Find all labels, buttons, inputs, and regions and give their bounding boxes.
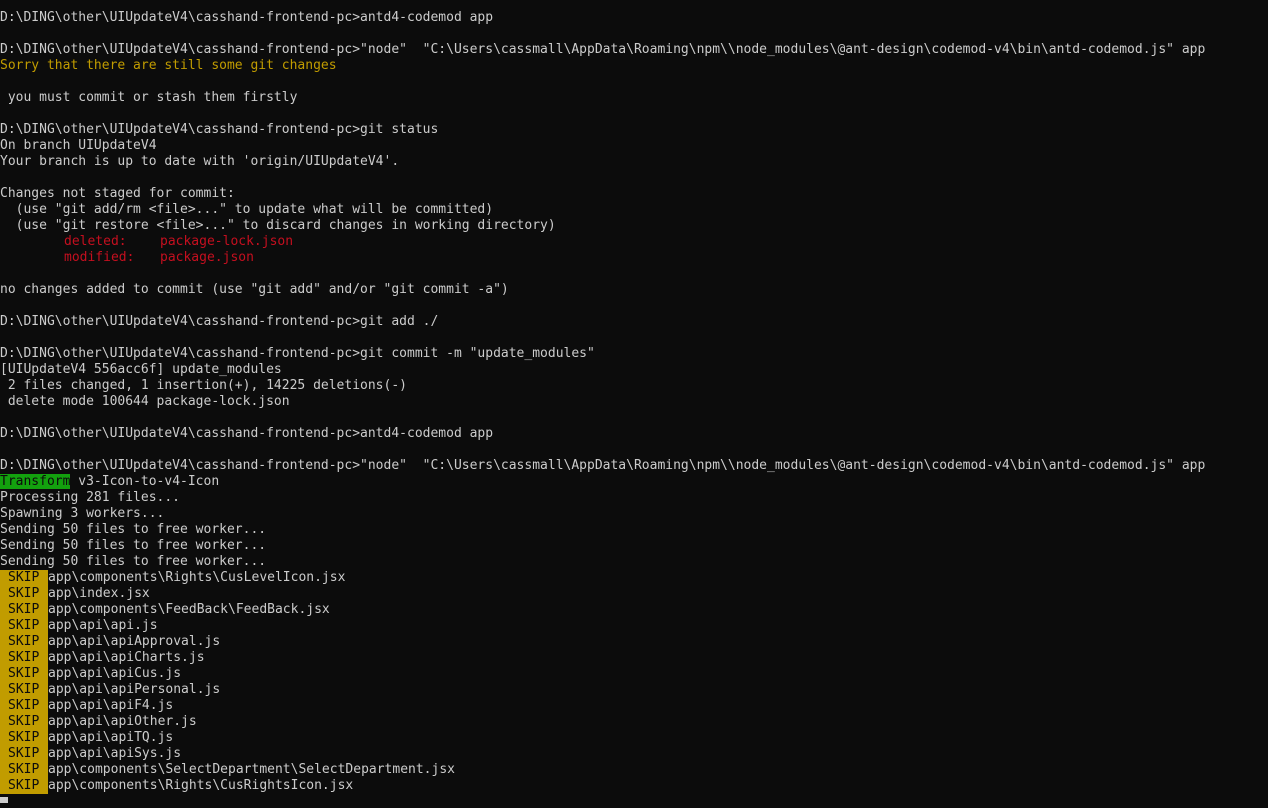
skip-list: SKIP app\components\Rights\CusLevelIcon.j… [0, 570, 1268, 794]
skip-badge: SKIP [0, 618, 48, 634]
skipped-file: app\api\apiApproval.js [48, 634, 221, 649]
skipped-file: app\api\apiOther.js [48, 714, 197, 729]
changed-file: package.json [160, 250, 254, 265]
output-line: Processing 281 files... [0, 490, 181, 505]
skip-badge: SKIP [0, 682, 48, 698]
skip-line: SKIP app\index.jsx [0, 586, 1268, 602]
output-line: Spawning 3 workers... [0, 506, 165, 521]
skipped-file: app\api\api.js [48, 618, 158, 633]
skipped-file: app\components\FeedBack\FeedBack.jsx [48, 602, 330, 617]
skip-badge: SKIP [0, 650, 48, 666]
prompt-line: D:\DING\other\UIUpdateV4\casshand-fronte… [0, 314, 439, 329]
skip-line: SKIP app\components\Rights\CusLevelIcon.j… [0, 570, 1268, 586]
skipped-file: app\index.jsx [48, 586, 150, 601]
skipped-file: app\components\SelectDepartment\SelectDe… [48, 762, 455, 777]
skip-line: SKIP app\api\apiOther.js [0, 714, 1268, 730]
skip-badge: SKIP [0, 698, 48, 714]
prompt-line: D:\DING\other\UIUpdateV4\casshand-fronte… [0, 122, 439, 137]
skip-badge: SKIP [0, 746, 48, 762]
output-line: (use "git add/rm <file>..." to update wh… [0, 202, 494, 217]
git-change-deleted: deleted: package-lock.json [0, 234, 1268, 250]
skip-line: SKIP app\api\apiCharts.js [0, 650, 1268, 666]
skip-line: SKIP app\api\apiPersonal.js [0, 682, 1268, 698]
skip-badge: SKIP [0, 730, 48, 746]
change-type-label: modified: [64, 250, 135, 265]
skipped-file: app\api\apiF4.js [48, 698, 174, 713]
output-line: delete mode 100644 package-lock.json [0, 394, 290, 409]
skip-badge: SKIP [0, 762, 48, 778]
skip-badge: SKIP [0, 586, 48, 602]
skip-line: SKIP app\api\apiSys.js [0, 746, 1268, 762]
skip-line: SKIP app\api\api.js [0, 618, 1268, 634]
skip-line: SKIP app\api\apiF4.js [0, 698, 1268, 714]
skip-line: SKIP app\api\apiApproval.js [0, 634, 1268, 650]
text-cursor [0, 797, 8, 803]
output-line: Sending 50 files to free worker... [0, 538, 267, 553]
skip-badge: SKIP [0, 570, 48, 586]
output-line: Changes not staged for commit: [0, 186, 235, 201]
output-line: 2 files changed, 1 insertion(+), 14225 d… [0, 378, 407, 393]
prompt-line: D:\DING\other\UIUpdateV4\casshand-fronte… [0, 10, 494, 25]
prompt-line: D:\DING\other\UIUpdateV4\casshand-fronte… [0, 458, 1206, 473]
skip-line: SKIP app\api\apiTQ.js [0, 730, 1268, 746]
skipped-file: app\components\Rights\CusRightsIcon.jsx [48, 778, 354, 793]
prompt-line: D:\DING\other\UIUpdateV4\casshand-fronte… [0, 426, 494, 441]
git-change-modified: modified: package.json [0, 250, 1268, 266]
skipped-file: app\api\apiCus.js [48, 666, 182, 681]
skip-line: SKIP app\api\apiCus.js [0, 666, 1268, 682]
skip-badge: SKIP [0, 714, 48, 730]
skip-badge: SKIP [0, 634, 48, 650]
changed-file: package-lock.json [160, 234, 294, 249]
output-line: Sending 50 files to free worker... [0, 554, 267, 569]
output-line: On branch UIUpdateV4 [0, 138, 157, 153]
output-line: Sending 50 files to free worker... [0, 522, 267, 537]
change-type-label: deleted: [64, 234, 127, 249]
skip-line: SKIP app\components\SelectDepartment\Sele… [0, 762, 1268, 778]
warning-line: Sorry that there are still some git chan… [0, 58, 337, 73]
skip-line: SKIP app\components\Rights\CusRightsIcon.… [0, 778, 1268, 794]
skipped-file: app\api\apiPersonal.js [48, 682, 221, 697]
skipped-file: app\api\apiSys.js [48, 746, 182, 761]
skipped-file: app\api\apiTQ.js [48, 730, 174, 745]
output-line: [UIUpdateV4 556acc6f] update_modules [0, 362, 282, 377]
terminal-output[interactable]: D:\DING\other\UIUpdateV4\casshand-fronte… [0, 10, 1268, 794]
skip-badge: SKIP [0, 602, 48, 618]
skip-badge: SKIP [0, 778, 48, 794]
transform-name: v3-Icon-to-v4-Icon [70, 474, 220, 489]
transform-line: Transform v3-Icon-to-v4-Icon [0, 474, 1268, 490]
transform-badge: Transform [0, 474, 71, 489]
skipped-file: app\components\Rights\CusLevelIcon.jsx [48, 570, 346, 585]
prompt-line: D:\DING\other\UIUpdateV4\casshand-fronte… [0, 42, 1206, 57]
output-line: (use "git restore <file>..." to discard … [0, 218, 556, 233]
output-line: Your branch is up to date with 'origin/U… [0, 154, 400, 169]
output-line: you must commit or stash them firstly [0, 90, 298, 105]
prompt-line: D:\DING\other\UIUpdateV4\casshand-fronte… [0, 346, 595, 361]
skip-line: SKIP app\components\FeedBack\FeedBack.jsx [0, 602, 1268, 618]
skip-badge: SKIP [0, 666, 48, 682]
output-line: no changes added to commit (use "git add… [0, 282, 509, 297]
skipped-file: app\api\apiCharts.js [48, 650, 205, 665]
